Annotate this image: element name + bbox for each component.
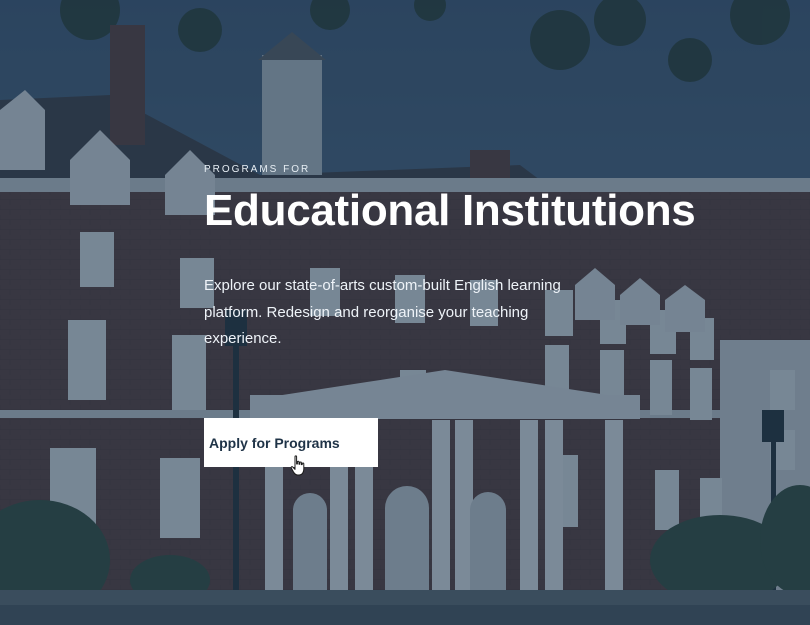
- hero-section: PROGRAMS FOR Educational Institutions Ex…: [0, 0, 810, 625]
- hand-pointer-icon: [290, 455, 305, 476]
- page-title: Educational Institutions: [204, 186, 696, 235]
- hero-description: Explore our state-of-arts custom-built E…: [204, 277, 561, 347]
- eyebrow-label: PROGRAMS FOR: [204, 164, 311, 175]
